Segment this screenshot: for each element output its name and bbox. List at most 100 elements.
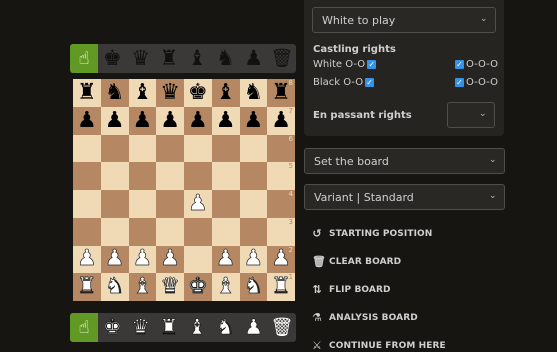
white-pawn-icon[interactable]: ♟ <box>215 248 235 271</box>
board-square[interactable]: 3 <box>267 217 295 246</box>
pointer-icon[interactable]: ☝ <box>70 313 99 342</box>
board-square[interactable]: ♚ <box>184 79 212 107</box>
white-bishop-icon[interactable]: ♝ <box>132 275 152 298</box>
black-bishop-icon[interactable]: ♝ <box>216 81 236 104</box>
board-square[interactable]: 8 ♜ <box>267 79 295 107</box>
white-queen-icon[interactable]: ♛ <box>127 313 155 342</box>
black-king-icon[interactable]: ♚ <box>188 81 208 104</box>
board-square[interactable] <box>73 217 101 246</box>
black-pawn-icon[interactable]: ♟ <box>244 109 264 132</box>
white-pawn-icon[interactable]: ♟ <box>77 248 97 271</box>
board-square[interactable] <box>128 217 157 246</box>
board-square[interactable]: ♟ <box>73 106 101 135</box>
board-square[interactable] <box>73 162 101 190</box>
black-bishop-icon[interactable]: ♝ <box>133 81 153 104</box>
board-square[interactable]: ♞ <box>239 79 268 107</box>
white-castling-long-checkbox[interactable]: ✓ <box>455 60 464 69</box>
black-knight-icon[interactable]: ♞ <box>105 81 125 104</box>
board-square[interactable] <box>239 134 268 163</box>
white-pawn-icon[interactable]: ♟ <box>132 248 152 271</box>
trash-icon[interactable]: 🗑 <box>268 44 296 73</box>
board-square[interactable]: ♟ <box>156 106 184 135</box>
variant-select[interactable]: Variant | Standard ⌄ <box>304 184 505 210</box>
board-square[interactable] <box>184 217 212 246</box>
white-knight-icon[interactable]: ♞ <box>104 275 124 298</box>
black-pawn-icon[interactable]: ♟ <box>160 109 180 132</box>
white-queen-icon[interactable]: ♛ <box>160 275 180 298</box>
white-castling-short-checkbox[interactable]: ✓ <box>367 60 377 69</box>
board-square[interactable] <box>184 134 212 163</box>
board-square[interactable] <box>100 217 129 246</box>
board-square[interactable]: 5 <box>267 162 295 190</box>
black-knight-icon[interactable]: ♞ <box>211 44 239 73</box>
board-square[interactable]: ♟ <box>128 245 157 274</box>
white-pawn-icon[interactable]: ♟ <box>188 192 208 215</box>
starting-position-button[interactable]: ↺ STARTING POSITION <box>312 227 432 240</box>
black-knight-icon[interactable]: ♞ <box>244 81 264 104</box>
turn-select[interactable]: White to play ⌄ <box>312 7 496 33</box>
white-knight-icon[interactable]: ♞ <box>243 275 263 298</box>
board-square[interactable]: ♟ <box>100 245 129 274</box>
white-bishop-icon[interactable]: ♝ <box>215 275 235 298</box>
board-square[interactable]: ♟ <box>184 106 212 135</box>
board-square[interactable] <box>184 162 212 190</box>
chess-board[interactable]: ♜ ♞ ♝ ♛ ♚ ♝ ♞ 8 ♜ ♟ ♟ ♟ ♟ ♟ ♟ ♟ 7 ♟ 6 5 ♟ 4 3 ♟ ♟ ♟ ♟ ♟ ♟ 2 ♟ ♜ ♞ ♝ ♛ ♚ ♝ ♞ 1 ♜ <box>73 79 295 301</box>
white-king-icon[interactable]: ♚ <box>188 275 208 298</box>
board-square[interactable]: 7 ♟ <box>267 106 295 135</box>
black-queen-icon[interactable]: ♛ <box>127 44 155 73</box>
continue-from-here-button[interactable]: ⚔ CONTINUE FROM HERE <box>312 339 446 352</box>
white-rook-icon[interactable]: ♜ <box>77 275 97 298</box>
board-square[interactable]: ♟ <box>100 106 129 135</box>
white-pawn-icon[interactable]: ♟ <box>243 248 263 271</box>
board-square[interactable] <box>156 134 184 163</box>
board-square[interactable] <box>184 245 212 274</box>
board-square[interactable]: ♞ <box>239 273 268 301</box>
flip-board-button[interactable]: ⇅ FLIP BOARD <box>312 283 391 296</box>
board-square[interactable]: ♝ <box>211 273 240 301</box>
black-queen-icon[interactable]: ♛ <box>160 81 180 104</box>
board-square[interactable] <box>156 190 184 218</box>
white-pawn-icon[interactable]: ♟ <box>104 248 124 271</box>
white-king-icon[interactable]: ♚ <box>98 313 126 342</box>
board-square[interactable]: ♞ <box>100 79 129 107</box>
board-square[interactable]: ♞ <box>100 273 129 301</box>
board-square[interactable]: 2 ♟ <box>267 245 295 274</box>
board-square[interactable]: ♛ <box>156 79 184 107</box>
board-square[interactable]: ♜ <box>73 273 101 301</box>
black-castling-short-checkbox[interactable]: ✓ <box>365 78 375 87</box>
black-king-icon[interactable]: ♚ <box>98 44 126 73</box>
board-square[interactable] <box>128 134 157 163</box>
board-square[interactable]: ♟ <box>184 190 212 218</box>
board-square[interactable] <box>100 162 129 190</box>
board-square[interactable]: ♟ <box>73 245 101 274</box>
clear-board-button[interactable]: 🗑 CLEAR BOARD <box>312 255 401 268</box>
black-pawn-icon[interactable]: ♟ <box>216 109 236 132</box>
black-pawn-icon[interactable]: ♟ <box>133 109 153 132</box>
board-square[interactable]: ♟ <box>156 245 184 274</box>
black-pawn-icon[interactable]: ♟ <box>240 44 268 73</box>
board-square[interactable]: ♝ <box>128 79 157 107</box>
board-square[interactable] <box>239 162 268 190</box>
white-bishop-icon[interactable]: ♝ <box>183 313 211 342</box>
board-square[interactable] <box>73 190 101 218</box>
black-castling-long-checkbox[interactable]: ✓ <box>455 78 464 87</box>
white-pawn-icon[interactable]: ♟ <box>160 248 180 271</box>
board-square[interactable] <box>128 190 157 218</box>
trash-icon[interactable]: 🗑 <box>268 313 296 342</box>
board-square[interactable] <box>73 134 101 163</box>
black-rook-icon[interactable]: ♜ <box>77 81 97 104</box>
white-pawn-icon[interactable]: ♟ <box>240 313 268 342</box>
board-square[interactable] <box>128 162 157 190</box>
board-square[interactable]: ♛ <box>156 273 184 301</box>
board-square[interactable] <box>211 190 240 218</box>
board-square[interactable]: ♟ <box>239 245 268 274</box>
board-square[interactable] <box>100 134 129 163</box>
black-pawn-icon[interactable]: ♟ <box>105 109 125 132</box>
black-bishop-icon[interactable]: ♝ <box>183 44 211 73</box>
board-square[interactable]: ♟ <box>239 106 268 135</box>
white-knight-icon[interactable]: ♞ <box>211 313 239 342</box>
board-square[interactable] <box>100 190 129 218</box>
analysis-board-button[interactable]: ⚗ ANALYSIS BOARD <box>312 311 418 324</box>
board-square[interactable]: ♚ <box>184 273 212 301</box>
board-square[interactable]: ♜ <box>73 79 101 107</box>
